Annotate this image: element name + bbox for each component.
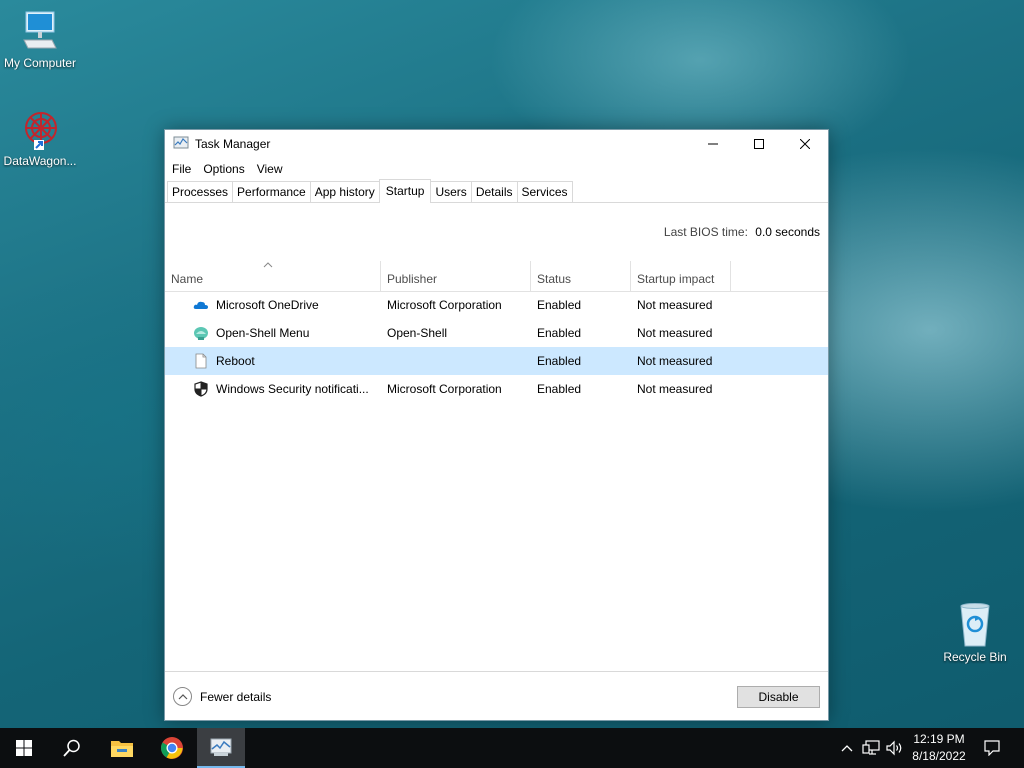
cell-status: Enabled [537, 326, 582, 340]
column-header-status[interactable]: Status [531, 261, 631, 291]
chrome-button[interactable] [148, 728, 196, 768]
maximize-icon [754, 139, 764, 149]
menu-file[interactable]: File [166, 162, 197, 176]
cell-name: Windows Security notificati... [216, 382, 369, 396]
column-header-publisher[interactable]: Publisher [381, 261, 531, 291]
tab-strip: Processes Performance App history Startu… [165, 179, 828, 203]
cell-name: Microsoft OneDrive [216, 298, 319, 312]
tab-app-history[interactable]: App history [309, 181, 380, 202]
onedrive-icon [193, 301, 208, 309]
cell-status: Enabled [537, 354, 582, 368]
open-shell-icon [194, 327, 208, 340]
task-manager-window: Task Manager File Options View Processes… [164, 129, 829, 721]
menu-bar: File Options View [165, 158, 828, 180]
recycle-bin-icon [960, 603, 990, 647]
file-icon [195, 353, 207, 369]
menu-options[interactable]: Options [197, 162, 250, 176]
tab-users[interactable]: Users [430, 181, 472, 202]
datawagon-icon [25, 112, 57, 150]
desktop-icon-label: Recycle Bin [943, 650, 1007, 664]
tab-performance[interactable]: Performance [232, 181, 311, 202]
cell-publisher: Microsoft Corporation [387, 382, 502, 396]
search-button[interactable] [48, 728, 96, 768]
table-row[interactable]: Reboot Enabled Not measured [165, 347, 828, 375]
cell-status: Enabled [537, 382, 582, 396]
window-title: Task Manager [195, 137, 271, 151]
cell-name: Reboot [216, 354, 255, 368]
title-bar[interactable]: Task Manager [165, 130, 828, 158]
footer: Fewer details Disable [165, 671, 828, 721]
cell-publisher: Microsoft Corporation [387, 298, 502, 312]
cell-impact: Not measured [637, 354, 713, 368]
disable-button[interactable]: Disable [737, 686, 820, 708]
computer-icon [23, 11, 57, 49]
desktop-icon-recycle-bin[interactable]: Recycle Bin [935, 602, 1015, 664]
bios-time-label: Last BIOS time: [663, 225, 748, 239]
cell-impact: Not measured [637, 298, 713, 312]
desktop-icon-my-computer[interactable]: My Computer [0, 10, 80, 70]
table-row[interactable]: Microsoft OneDrive Microsoft Corporation… [165, 291, 828, 319]
cell-impact: Not measured [637, 326, 713, 340]
notifications-button[interactable] [980, 728, 1004, 768]
close-icon [800, 139, 810, 149]
desktop-icon-datawagon[interactable]: DataWagon... [0, 108, 80, 168]
file-explorer-button[interactable] [98, 728, 146, 768]
chevron-up-icon [841, 744, 853, 751]
network-icon [862, 740, 880, 755]
fewer-details-link[interactable]: Fewer details [173, 687, 271, 706]
start-icon [16, 740, 32, 756]
task-manager-taskbar-button[interactable] [197, 728, 245, 768]
tab-services[interactable]: Services [516, 181, 573, 202]
tab-details[interactable]: Details [470, 181, 518, 202]
chrome-icon [161, 737, 183, 759]
clock-time: 12:19 PM [913, 732, 965, 746]
tab-processes[interactable]: Processes [167, 181, 234, 202]
cell-impact: Not measured [637, 382, 713, 396]
task-manager-icon [173, 135, 189, 154]
close-button[interactable] [782, 130, 828, 158]
file-explorer-icon [111, 741, 133, 757]
table-header: Name Publisher Status Startup impact [165, 261, 828, 292]
table-row[interactable]: Windows Security notificati... Microsoft… [165, 375, 828, 403]
bios-time-value: 0.0 seconds [755, 225, 820, 239]
menu-view[interactable]: View [251, 162, 289, 176]
table-row[interactable]: Open-Shell Menu Open-Shell Enabled Not m… [165, 319, 828, 347]
task-manager-icon [210, 738, 232, 756]
taskbar: 12:19 PM 8/18/2022 [0, 728, 1024, 768]
maximize-button[interactable] [736, 130, 782, 158]
system-clock[interactable]: 12:19 PM 8/18/2022 [900, 731, 978, 765]
start-button[interactable] [0, 728, 48, 768]
shield-icon [194, 381, 208, 397]
clock-date: 8/18/2022 [912, 749, 966, 763]
tab-startup[interactable]: Startup [378, 179, 432, 203]
network-button[interactable] [860, 728, 882, 768]
sort-up-icon [263, 262, 273, 268]
cell-publisher: Open-Shell [387, 326, 448, 340]
show-hidden-icons-button[interactable] [838, 728, 856, 768]
cell-status: Enabled [537, 298, 582, 312]
notification-icon [984, 740, 1000, 756]
search-icon [63, 739, 80, 757]
minimize-button[interactable] [690, 130, 736, 158]
column-header-startup-impact[interactable]: Startup impact [631, 261, 731, 291]
chevron-up-icon [173, 687, 192, 706]
minimize-icon [708, 143, 718, 145]
desktop-icon-label: DataWagon... [3, 154, 77, 168]
column-header-name[interactable]: Name [165, 261, 381, 291]
bios-time: Last BIOS time: 0.0 seconds [664, 225, 820, 239]
cell-name: Open-Shell Menu [216, 326, 310, 340]
fewer-details-label: Fewer details [200, 689, 272, 704]
desktop-icon-label: My Computer [3, 56, 77, 70]
